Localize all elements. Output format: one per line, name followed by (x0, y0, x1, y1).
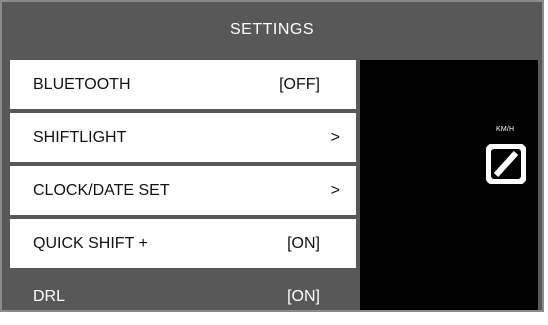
menu-item-label: BLUETOOTH (33, 75, 131, 93)
menu-item-value: [ON] (287, 234, 320, 252)
menu-item-label: QUICK SHIFT + (33, 234, 148, 252)
settings-menu: BLUETOOTH [OFF] SHIFTLIGHT > CLOCK/DATE … (10, 60, 356, 325)
menu-item-quick-shift[interactable]: QUICK SHIFT + [ON] (10, 219, 356, 268)
chevron-right-icon: > (330, 181, 340, 199)
menu-item-clock-date-set[interactable]: CLOCK/DATE SET > (10, 166, 356, 215)
speed-unit-label: KM/H (496, 126, 515, 133)
speed-display: KM/H (360, 60, 538, 310)
settings-screen: SETTINGS BLUETOOTH [OFF] SHIFTLIGHT > CL… (0, 0, 544, 312)
menu-item-label: SHIFTLIGHT (33, 128, 127, 146)
menu-item-label: DRL (33, 287, 66, 305)
menu-item-value: [ON] (287, 287, 320, 305)
menu-item-drl[interactable]: DRL [ON] (10, 272, 356, 321)
menu-item-label: CLOCK/DATE SET (33, 181, 170, 199)
menu-item-shiftlight[interactable]: SHIFTLIGHT > (10, 113, 356, 162)
menu-item-value: [OFF] (279, 75, 320, 93)
page-title: SETTINGS (229, 21, 314, 38)
speed-zero-slash-icon (486, 144, 526, 184)
menu-item-bluetooth[interactable]: BLUETOOTH [OFF] (10, 60, 356, 109)
chevron-right-icon: > (330, 128, 340, 146)
